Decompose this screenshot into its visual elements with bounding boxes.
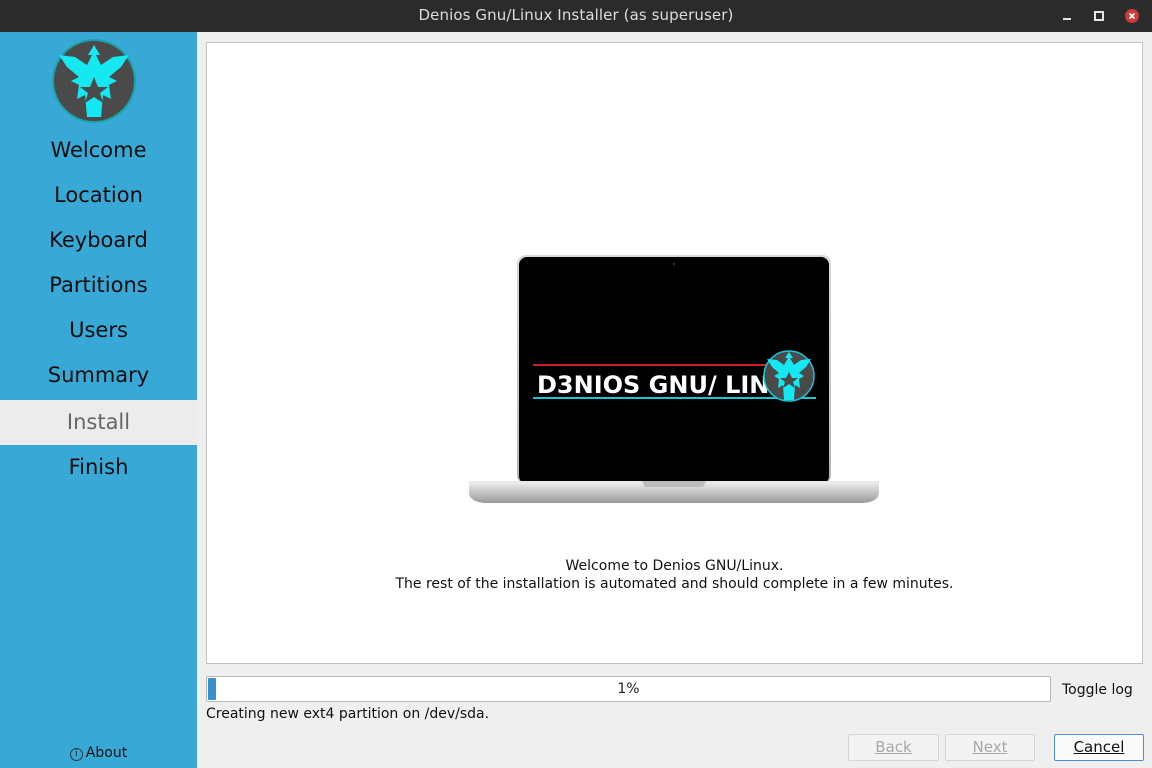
maximize-icon[interactable] [1091, 8, 1107, 24]
sidebar-item-finish: Finish [68, 455, 129, 479]
info-icon: i [69, 748, 83, 761]
welcome-message: Welcome to Denios GNU/Linux. The rest of… [207, 557, 1142, 593]
close-icon[interactable] [1124, 8, 1140, 24]
sidebar-item-partitions: Partitions [49, 273, 148, 297]
welcome-line-2: The rest of the installation is automate… [395, 576, 954, 592]
welcome-line-1: Welcome to Denios GNU/Linux. [565, 558, 784, 574]
sidebar-item-keyboard: Keyboard [49, 228, 148, 252]
about-button[interactable]: i About [0, 745, 197, 761]
title-bar: Denios Gnu/Linux Installer (as superuser… [0, 0, 1152, 32]
progress-percent: 1% [617, 681, 640, 697]
next-button[interactable]: Next [945, 734, 1035, 761]
about-label: About [85, 745, 128, 761]
sidebar-item-location: Location [54, 183, 143, 207]
next-label: Next [972, 738, 1008, 756]
back-label: Back [875, 738, 912, 756]
window-title: Denios Gnu/Linux Installer (as superuser… [418, 6, 734, 24]
minimize-icon[interactable] [1059, 8, 1075, 24]
toggle-log-button[interactable]: Toggle log [1062, 682, 1133, 698]
denios-logo [52, 39, 136, 123]
cancel-label: Cancel [1073, 738, 1125, 756]
sidebar-item-users: Users [69, 318, 128, 342]
laptop-illustration: D3NIOS GNU/ LINUX [469, 255, 879, 503]
cancel-button[interactable]: Cancel [1054, 734, 1144, 761]
back-button[interactable]: Back [848, 734, 939, 761]
sidebar-item-install: Install [0, 400, 197, 445]
sidebar-item-welcome: Welcome [50, 138, 147, 162]
install-progress-bar: 1% [206, 676, 1051, 702]
sidebar: Welcome Location Keyboard Partitions Use… [0, 32, 197, 768]
slideshow-panel: D3NIOS GNU/ LINUX Welcome to Denios GNU/… [206, 42, 1143, 664]
sidebar-item-summary: Summary [47, 363, 150, 387]
status-text: Creating new ext4 partition on /dev/sda. [206, 706, 490, 722]
